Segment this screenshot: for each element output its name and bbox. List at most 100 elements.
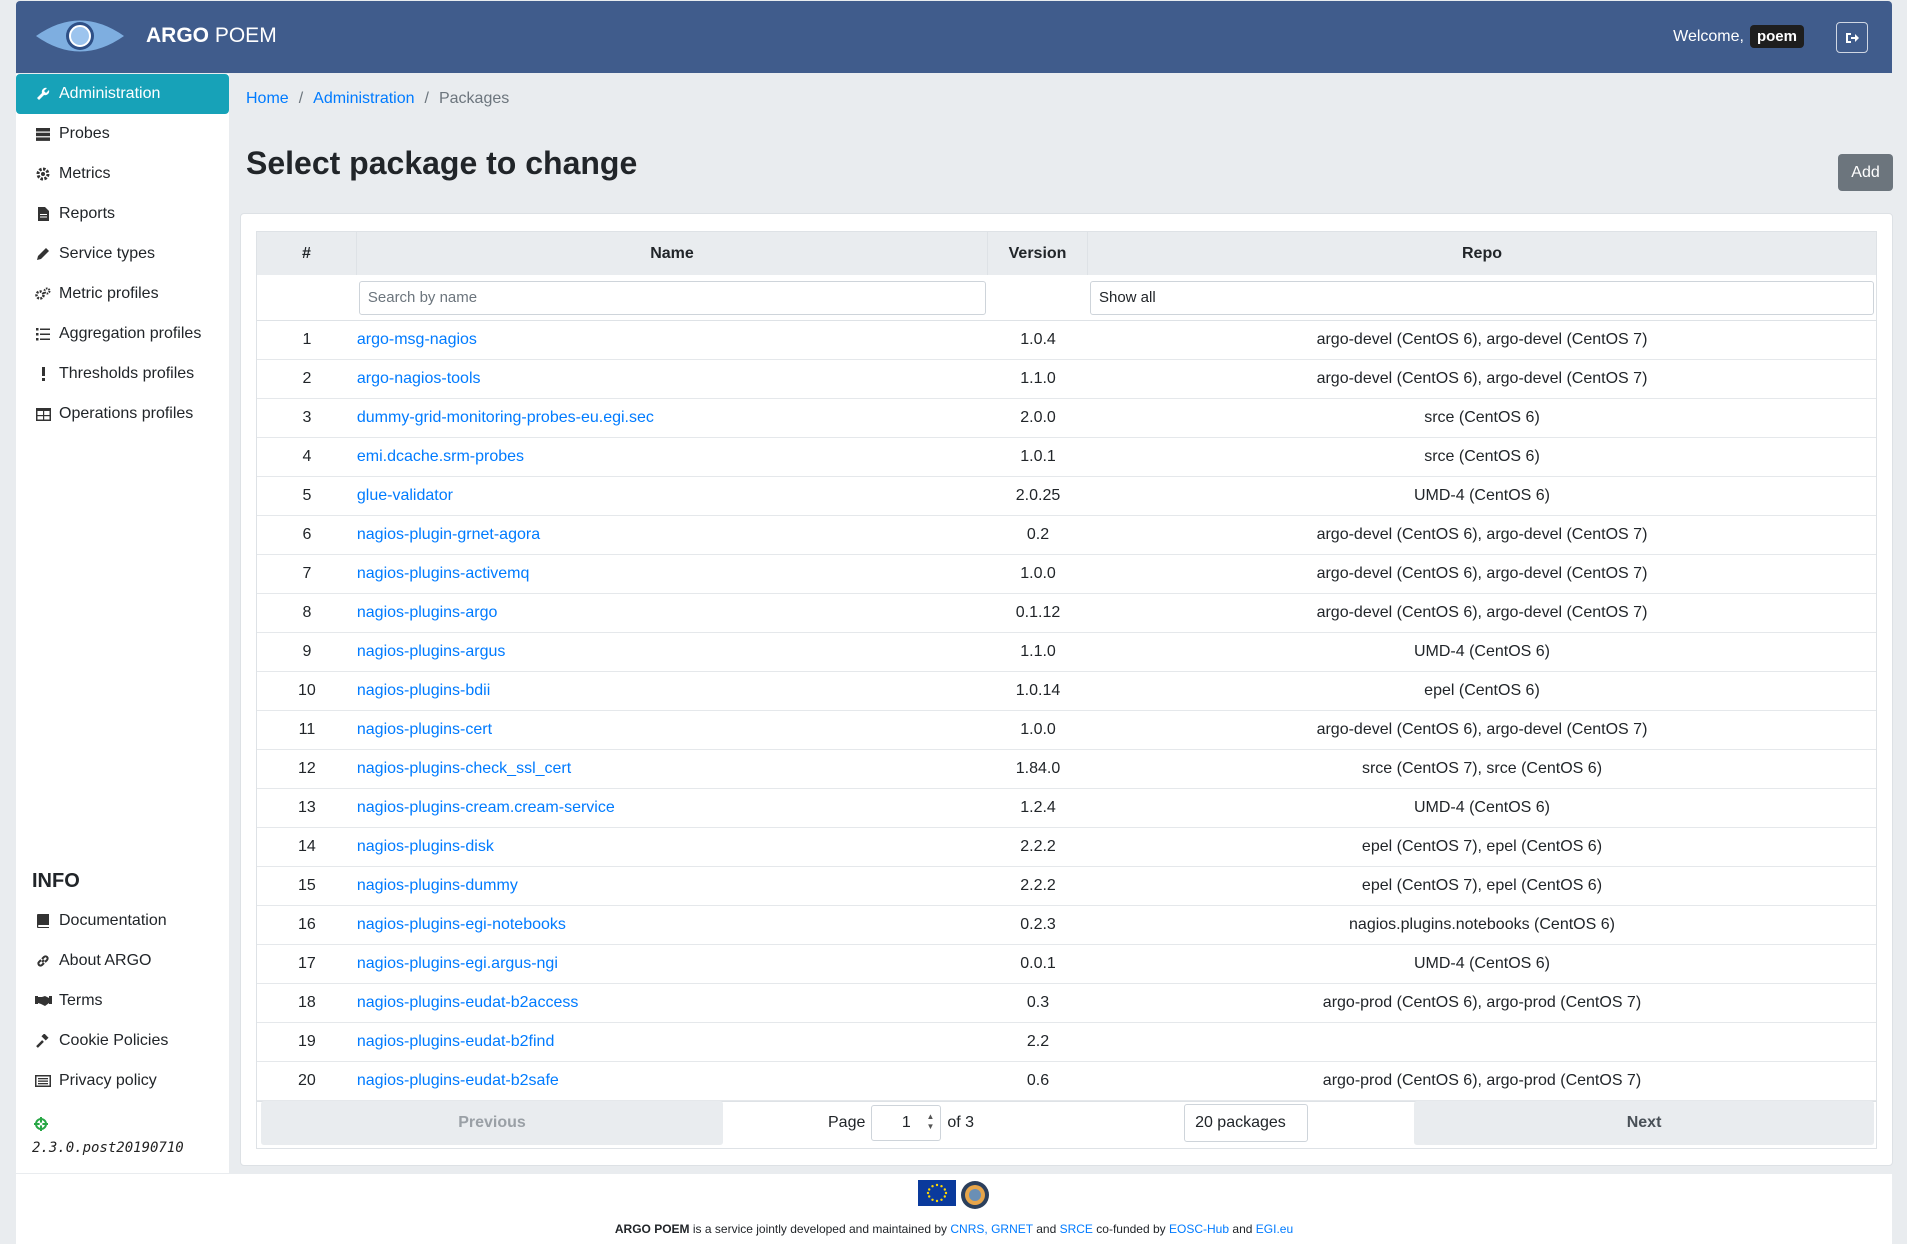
search-by-name-input[interactable]: Search by name <box>358 280 987 315</box>
sidebar-item-reports[interactable]: Reports <box>16 194 229 234</box>
repo-filter-select[interactable]: Show all <box>1089 280 1874 315</box>
cell-name: nagios-plugins-cert <box>357 711 988 749</box>
cell-num: 1 <box>302 331 312 348</box>
sidebar-item-cookie-policies[interactable]: Cookie Policies <box>16 1021 229 1061</box>
cell-version: 2.2.2 <box>1020 877 1056 894</box>
exclamation-icon <box>34 366 52 382</box>
gavel-icon <box>34 1033 52 1049</box>
table-row: 11 nagios-plugins-cert 1.0.0 argo-devel (Ce… <box>257 711 1876 750</box>
argo-eye-logo[interactable] <box>34 13 126 59</box>
page-jump: Page 1 ▲ ▼ of 3 <box>828 1104 974 1141</box>
package-link[interactable]: emi.dcache.srm-probes <box>357 448 524 466</box>
eosc-logo-icon <box>960 1180 990 1215</box>
cell-version: 1.2.4 <box>1020 799 1056 816</box>
next-button[interactable]: Next <box>1414 1100 1875 1145</box>
version-label: 2.3.0.post20190710 <box>32 1140 184 1156</box>
package-link[interactable]: nagios-plugins-cream.cream-service <box>357 799 615 817</box>
cell-version: 0.6 <box>1026 1072 1050 1089</box>
sidebar-item-about-argo[interactable]: About ARGO <box>16 941 229 981</box>
sidebar-item-metric-profiles[interactable]: Metric profiles <box>16 274 229 314</box>
cell-version: 1.0.4 <box>1020 331 1056 348</box>
breadcrumb: Home / Administration / Packages <box>246 90 510 108</box>
cell-num: 18 <box>298 994 316 1011</box>
package-link[interactable]: nagios-plugins-egi.argus-ngi <box>357 955 558 973</box>
logout-button[interactable] <box>1836 22 1868 53</box>
cell-version: 0.3 <box>1026 994 1050 1011</box>
link-egi[interactable]: EGI.eu <box>1256 1222 1293 1236</box>
cell-repo: epel (CentOS 7), epel (CentOS 6) <box>1361 838 1603 855</box>
sidebar-item-privacy-policy[interactable]: Privacy policy <box>16 1061 229 1101</box>
package-link[interactable]: argo-nagios-tools <box>357 370 481 388</box>
header-repo[interactable]: Repo <box>1088 232 1876 275</box>
cell-name: nagios-plugins-eudat-b2safe <box>357 1062 988 1100</box>
sidebar-item-administration[interactable]: Administration <box>16 74 229 114</box>
spinner-icon[interactable]: ▲ ▼ <box>926 1112 934 1132</box>
cell-name: nagios-plugins-disk <box>357 828 988 866</box>
cell-num: 17 <box>298 955 316 972</box>
cell-repo: argo-devel (CentOS 6), argo-devel (CentO… <box>1316 721 1648 738</box>
cell-repo: argo-prod (CentOS 6), argo-prod (CentOS … <box>1322 994 1642 1011</box>
sidebar-item-thresholds-profiles[interactable]: Thresholds profiles <box>16 354 229 394</box>
breadcrumb-administration[interactable]: Administration <box>313 90 414 108</box>
packages-table: # Name Version Repo Search by name Show … <box>256 231 1877 1102</box>
table-row: 9 nagios-plugins-argus 1.1.0 UMD-4 (CentOS … <box>257 633 1876 672</box>
package-link[interactable]: nagios-plugins-eudat-b2safe <box>357 1072 559 1090</box>
app-title[interactable]: ARGO POEM <box>146 24 277 48</box>
cogs-icon <box>34 286 52 302</box>
package-link[interactable]: nagios-plugins-bdii <box>357 682 490 700</box>
package-link[interactable]: nagios-plugins-disk <box>357 838 494 856</box>
package-link[interactable]: nagios-plugins-argo <box>357 604 498 622</box>
package-link[interactable]: nagios-plugins-dummy <box>357 877 518 895</box>
package-link[interactable]: nagios-plugin-grnet-agora <box>357 526 540 544</box>
pen-icon <box>34 246 52 262</box>
previous-button[interactable]: Previous <box>261 1100 723 1145</box>
package-link[interactable]: argo-msg-nagios <box>357 331 477 349</box>
package-link[interactable]: nagios-plugins-check_ssl_cert <box>357 760 571 778</box>
sidebar-item-terms[interactable]: Terms <box>16 981 229 1021</box>
cell-num: 20 <box>298 1072 316 1089</box>
package-link[interactable]: nagios-plugins-cert <box>357 721 492 739</box>
header-version[interactable]: Version <box>988 232 1088 275</box>
package-link[interactable]: nagios-plugins-egi-notebooks <box>357 916 566 934</box>
page-size-select[interactable]: 20 packages <box>1184 1103 1309 1142</box>
cell-version: 1.0.14 <box>1015 682 1061 699</box>
table-row: 6 nagios-plugin-grnet-agora 0.2 argo-devel … <box>257 516 1876 555</box>
table-row: 15 nagios-plugins-dummy 2.2.2 epel (CentOS … <box>257 867 1876 906</box>
sidebar-item-aggregation-profiles[interactable]: Aggregation profiles <box>16 314 229 354</box>
table-icon <box>34 406 52 422</box>
cell-num: 15 <box>298 877 316 894</box>
sidebar-item-service-types[interactable]: Service types <box>16 234 229 274</box>
table-row: 10 nagios-plugins-bdii 1.0.14 epel (CentOS … <box>257 672 1876 711</box>
crosshairs-icon <box>34 1117 48 1136</box>
breadcrumb-home[interactable]: Home <box>246 90 289 108</box>
package-link[interactable]: nagios-plugins-eudat-b2access <box>357 994 578 1012</box>
cell-repo: argo-devel (CentOS 6), argo-devel (CentO… <box>1316 604 1648 621</box>
sidebar-item-documentation[interactable]: Documentation <box>16 901 229 941</box>
package-link[interactable]: dummy-grid-monitoring-probes-eu.egi.sec <box>357 409 654 427</box>
cell-version: 0.2.3 <box>1020 916 1056 933</box>
table-row: 5 glue-validator 2.0.25 UMD-4 (CentOS 6) <box>257 477 1876 516</box>
cell-name: nagios-plugins-activemq <box>357 555 988 593</box>
sidebar-item-metrics[interactable]: Metrics <box>16 154 229 194</box>
page-number-input[interactable]: 1 ▲ ▼ <box>871 1104 942 1141</box>
package-link[interactable]: nagios-plugins-eudat-b2find <box>357 1033 554 1051</box>
table-row: 20 nagios-plugins-eudat-b2safe 0.6 argo-pro… <box>257 1062 1876 1101</box>
header-name[interactable]: Name <box>357 232 989 275</box>
sidebar-item-probes[interactable]: Probes <box>16 114 229 154</box>
package-link[interactable]: nagios-plugins-activemq <box>357 565 530 583</box>
cell-name: glue-validator <box>357 477 988 515</box>
package-link[interactable]: nagios-plugins-argus <box>357 643 506 661</box>
cell-version: 1.84.0 <box>1015 760 1061 777</box>
cell-version: 0.0.1 <box>1020 955 1056 972</box>
sidebar-item-operations-profiles[interactable]: Operations profiles <box>16 394 229 434</box>
link-grnet[interactable]: GRNET <box>991 1222 1033 1236</box>
package-link[interactable]: glue-validator <box>357 487 453 505</box>
add-button[interactable]: Add <box>1838 154 1893 191</box>
link-cnrs[interactable]: CNRS, <box>950 1222 987 1236</box>
cell-repo: epel (CentOS 7), epel (CentOS 6) <box>1361 877 1603 894</box>
cell-version: 1.0.1 <box>1020 448 1056 465</box>
link-srce[interactable]: SRCE <box>1060 1222 1093 1236</box>
sign-out-icon <box>1846 32 1859 43</box>
footer-text: ARGO POEM is a service jointly developed… <box>614 1222 1294 1236</box>
link-eosc-hub[interactable]: EOSC-Hub <box>1169 1222 1229 1236</box>
